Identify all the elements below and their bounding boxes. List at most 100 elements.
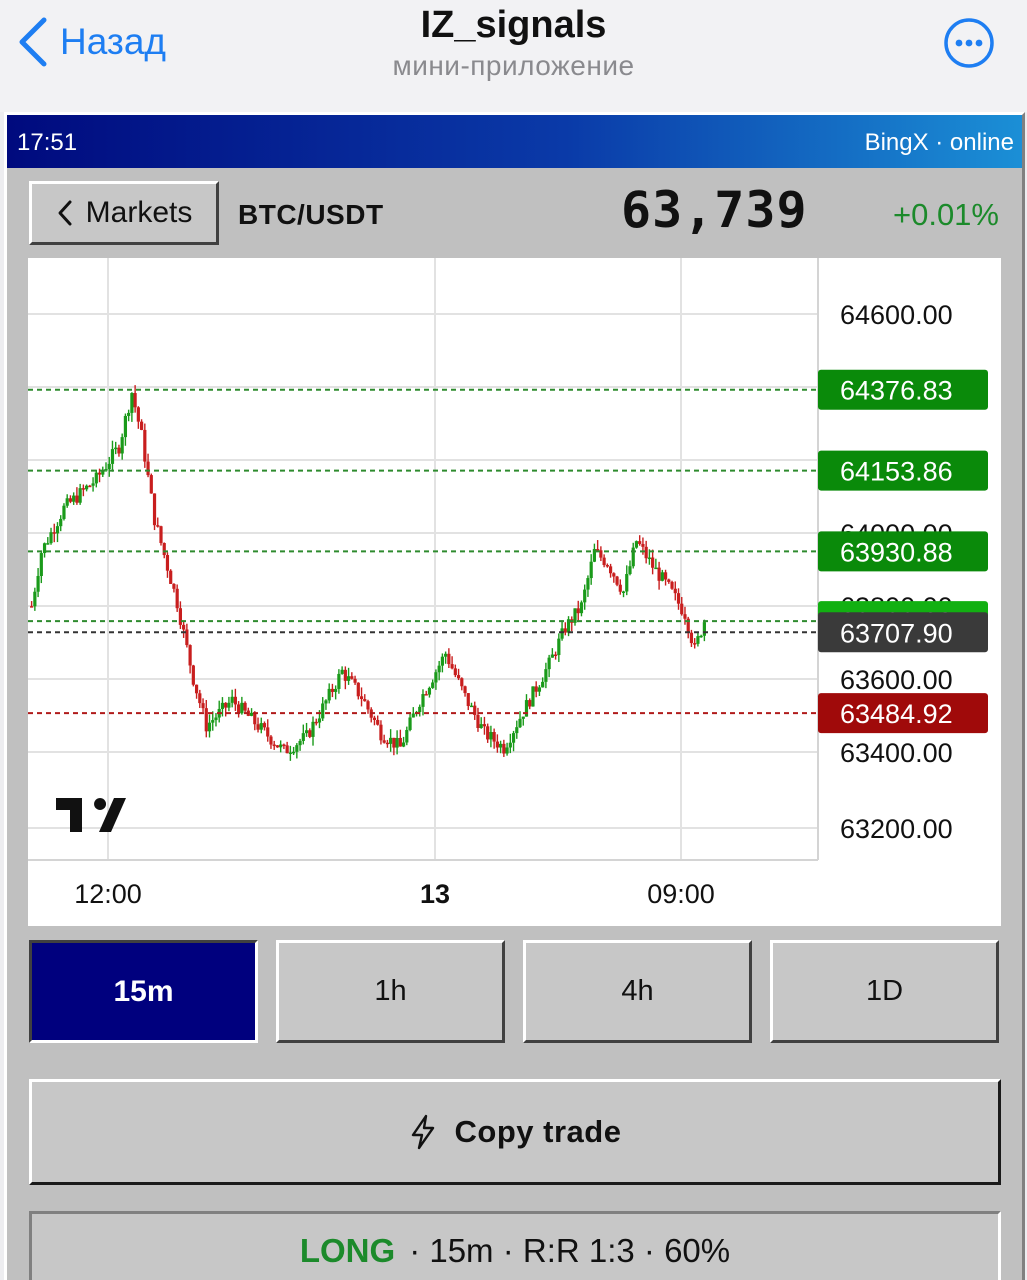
candle-body [531, 686, 535, 707]
candle-body [143, 429, 147, 462]
candle-body [596, 549, 600, 551]
candle-body [298, 740, 302, 746]
candle-body [88, 485, 92, 488]
candle-body [62, 505, 66, 519]
chevron-left-icon [58, 200, 72, 226]
candle-body [127, 412, 131, 416]
candle-body [327, 688, 331, 701]
candle-body [612, 573, 616, 577]
candle-body [52, 532, 56, 534]
price-level-label: 63707.90 [840, 618, 953, 648]
candle-body [172, 583, 176, 589]
candle-body [544, 669, 548, 682]
candle-body [353, 678, 357, 683]
candle-body [33, 591, 37, 607]
candle-body [149, 475, 153, 494]
candle-body [444, 653, 448, 657]
price-change: +0.01% [892, 197, 999, 232]
candle-body [486, 726, 490, 740]
timeframe-4h-button[interactable]: 4h [523, 940, 752, 1043]
candle-body [201, 703, 205, 709]
candle-body [427, 687, 432, 695]
candle-body [91, 483, 95, 486]
candle-body [301, 733, 305, 741]
candle-body [162, 543, 166, 556]
miniapp-title: IZ_signals [420, 4, 607, 46]
candle-body [521, 716, 525, 719]
candle-body [405, 729, 409, 743]
signal-side: LONG [299, 1232, 396, 1269]
candle-body [576, 608, 580, 614]
price-chart[interactable]: 64600.0064200.0064000.0063800.0063600.00… [28, 258, 1001, 926]
candle-body [625, 574, 629, 592]
timeframe-1h-button[interactable]: 1h [276, 940, 505, 1043]
candle-body [505, 747, 509, 754]
copy-trade-button[interactable]: Copy trade [29, 1079, 1001, 1185]
candle-body [94, 472, 98, 484]
candle-body [256, 724, 260, 730]
candle-body [59, 518, 63, 527]
candle-body [495, 741, 499, 748]
candle-body [463, 686, 467, 694]
candle-body [117, 447, 121, 454]
app-window: 17:51 BingX · online Markets BTC/USDT 63… [4, 112, 1025, 1280]
candle-body [230, 696, 234, 703]
candle-body [638, 541, 642, 544]
candle-body [515, 727, 519, 734]
candle-body [447, 653, 451, 665]
telegram-header: Назад IZ_signals мини-приложение [0, 0, 1027, 112]
candle-body [492, 732, 496, 742]
candle-body [534, 686, 538, 692]
copy-trade-label: Copy trade [454, 1114, 622, 1149]
candle-body [560, 628, 564, 639]
candle-body [547, 657, 551, 670]
candle-body [249, 712, 254, 716]
tradingview-logo-icon [56, 798, 126, 832]
candle-body [689, 632, 694, 644]
candle-body [437, 665, 441, 673]
candle-body [631, 547, 635, 567]
candle-body [198, 693, 202, 704]
candle-body [657, 567, 661, 581]
candle-body [660, 572, 664, 581]
candle-body [693, 643, 697, 645]
candle-body [175, 588, 179, 609]
candle-body [389, 737, 393, 744]
candle-body [608, 566, 613, 574]
candle-body [139, 421, 144, 430]
candle-body [450, 664, 454, 669]
timeframe-15m-button[interactable]: 15m [29, 940, 258, 1043]
candle-body [676, 593, 681, 604]
candle-body [237, 704, 241, 714]
candle-body [275, 745, 280, 748]
candle-body [330, 688, 335, 692]
candle-body [114, 447, 118, 450]
candle-body [233, 696, 237, 705]
candle-body [321, 703, 325, 719]
candle-body [334, 688, 338, 692]
more-options-icon[interactable] [943, 17, 995, 69]
candle-body [262, 723, 267, 728]
candle-body [123, 415, 128, 438]
candle-body [382, 740, 386, 743]
pair-label: BTC/USDT [238, 199, 384, 230]
timeframe-1d-button[interactable]: 1D [770, 940, 999, 1043]
candle-body [337, 673, 341, 689]
candle-body [295, 745, 299, 752]
candle-body [156, 525, 160, 527]
candle-body [683, 614, 687, 619]
x-tick-label: 09:00 [647, 879, 715, 909]
candle-body [146, 461, 150, 476]
markets-button[interactable]: Markets [29, 181, 219, 245]
candle-body [65, 498, 69, 506]
chart-canvas[interactable]: 64600.0064200.0064000.0063800.0063600.00… [28, 258, 1001, 926]
candle-body [152, 493, 157, 526]
candle-body [401, 742, 406, 747]
candle-body [253, 712, 257, 725]
candle-body [395, 737, 399, 748]
candle-body [227, 702, 231, 708]
x-tick-label: 13 [420, 879, 450, 909]
miniapp-subtitle: мини-приложение [392, 50, 635, 81]
candle-body [211, 720, 215, 723]
candle-body [169, 570, 173, 584]
